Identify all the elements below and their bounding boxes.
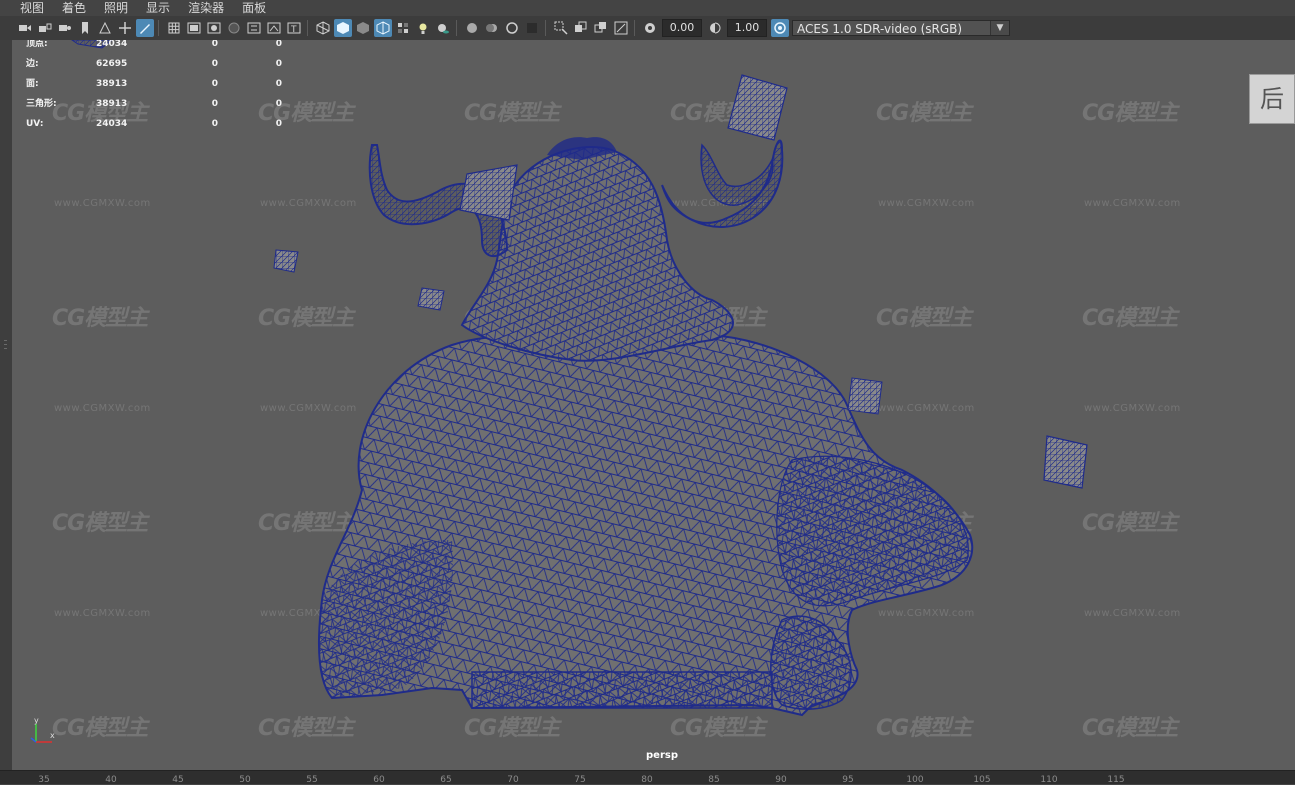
timeline-tick-label: 55 [306,775,318,785]
depth-of-field-icon[interactable] [523,19,541,37]
hud-label: 三角形: [26,99,57,109]
axis-y-label: y [34,716,39,725]
motion-blur-icon[interactable] [483,19,501,37]
isolate-select-icon[interactable] [552,19,570,37]
mesh-wireframe[interactable] [12,40,1295,770]
timeline-tick-label: 65 [440,775,452,785]
viewport-toolbar: T 0.00 1.00 ACES 1.0 SDR-video (sRGB) ▼ [0,16,1295,41]
hud-label: UV: [26,119,44,129]
hud-value: 0 [275,59,282,69]
hud-value: 62695 [96,59,128,69]
camera-attributes-icon[interactable] [56,19,74,37]
safe-action-icon[interactable] [265,19,283,37]
hud-row-faces: 面: 38913 0 0 [26,80,282,100]
wireframe-on-shaded-icon[interactable] [374,19,392,37]
gamma-field[interactable]: 1.00 [727,19,767,37]
textured-icon[interactable] [394,19,412,37]
hud-value: 0 [211,119,218,129]
hud-value: 24034 [96,119,128,129]
menu-renderer[interactable]: 渲染器 [179,0,233,16]
hud-row-vertices: 顶点: 24034 0 0 [26,40,282,60]
camera-select-icon[interactable] [16,19,34,37]
timeline-tick-label: 50 [239,775,251,785]
hud-row-triangles: 三角形: 38913 0 0 [26,100,282,120]
timeline-tick-label: 110 [1040,775,1058,785]
grid-icon[interactable] [165,19,183,37]
film-gate-icon[interactable] [185,19,203,37]
3d-viewport[interactable]: CG模型主 www.CGMXW.com CG模型主 www.CGMXW.com CG模型… [12,40,1295,770]
gamma-icon[interactable] [706,19,724,37]
timeline-tick-label: 35 [38,775,50,785]
svg-text:T: T [290,25,297,35]
wireframe-icon[interactable] [314,19,332,37]
timeline-tick-label: 85 [708,775,720,785]
timeline-tick-label: 95 [842,775,854,785]
hud-value: 38913 [96,99,128,109]
hud-value: 0 [275,119,282,129]
grease-pencil-icon[interactable] [136,19,154,37]
camera-lock-icon[interactable] [36,19,54,37]
hud-value: 24034 [96,40,128,49]
resolution-gate-icon[interactable] [205,19,223,37]
menu-show[interactable]: 显示 [137,0,179,16]
timeline-tick-label: 60 [373,775,385,785]
exposure-field[interactable]: 0.00 [662,19,702,37]
safe-title-icon[interactable]: T [285,19,303,37]
axis-x-label: x [50,731,55,740]
color-management-icon[interactable] [771,19,789,37]
timeline-tick-label: 40 [105,775,117,785]
view-transform-value: ACES 1.0 SDR-video (sRGB) [797,22,963,36]
hud-value: 38913 [96,79,128,89]
hud-value: 0 [211,79,218,89]
menu-view[interactable]: 视图 [0,0,53,16]
smooth-shade-icon[interactable] [334,19,352,37]
timeline-tick-label: 100 [906,775,924,785]
time-slider[interactable]: 35 40 45 50 55 60 65 70 75 80 85 90 95 100 105 110 115 [0,770,1295,785]
timeline-tick-label: 90 [775,775,787,785]
default-material-icon[interactable] [354,19,372,37]
shadows-icon[interactable] [434,19,452,37]
gate-mask-icon[interactable] [225,19,243,37]
hud-value: 0 [275,79,282,89]
anti-aliasing-icon[interactable] [503,19,521,37]
menu-shading[interactable]: 着色 [53,0,95,16]
xray-joints-icon[interactable] [612,19,630,37]
chevron-down-icon: ▼ [990,21,1009,35]
timeline-tick-label: 105 [973,775,991,785]
hud-label: 边: [26,59,39,69]
timeline-tick-label: 115 [1107,775,1125,785]
hud-label: 面: [26,79,39,89]
view-cube[interactable]: 后 [1249,74,1295,124]
view-transform-dropdown[interactable]: ACES 1.0 SDR-video (sRGB) ▼ [792,20,1010,36]
poly-count-hud: 顶点: 24034 0 0 边: 62695 0 0 面: 38913 0 0 … [26,40,282,140]
hud-value: 0 [211,59,218,69]
timeline-tick-label: 80 [641,775,653,785]
timeline-tick-label: 75 [574,775,586,785]
viewport-menu-bar: 视图 着色 照明 显示 渲染器 面板 [0,0,1295,16]
2d-pan-zoom-icon[interactable] [116,19,134,37]
hud-row-edges: 边: 62695 0 0 [26,60,282,80]
xray-icon[interactable] [572,19,590,37]
menu-panels[interactable]: 面板 [233,0,275,16]
bookmark-icon[interactable] [76,19,94,37]
exposure-icon[interactable] [641,19,659,37]
xray-active-icon[interactable] [592,19,610,37]
screen-space-ao-icon[interactable] [463,19,481,37]
hud-value: 0 [211,40,218,49]
hud-value: 0 [275,40,282,49]
image-plane-icon[interactable] [96,19,114,37]
menu-lighting[interactable]: 照明 [95,0,137,16]
hud-label: 顶点: [26,40,48,49]
hud-row-uvs: UV: 24034 0 0 [26,120,282,140]
camera-name-label: persp [646,750,678,761]
hud-value: 0 [275,99,282,109]
timeline-tick-label: 70 [507,775,519,785]
field-chart-icon[interactable] [245,19,263,37]
axis-gizmo-icon: y x [30,716,55,743]
hud-value: 0 [211,99,218,109]
timeline-tick-label: 45 [172,775,184,785]
lights-icon[interactable] [414,19,432,37]
